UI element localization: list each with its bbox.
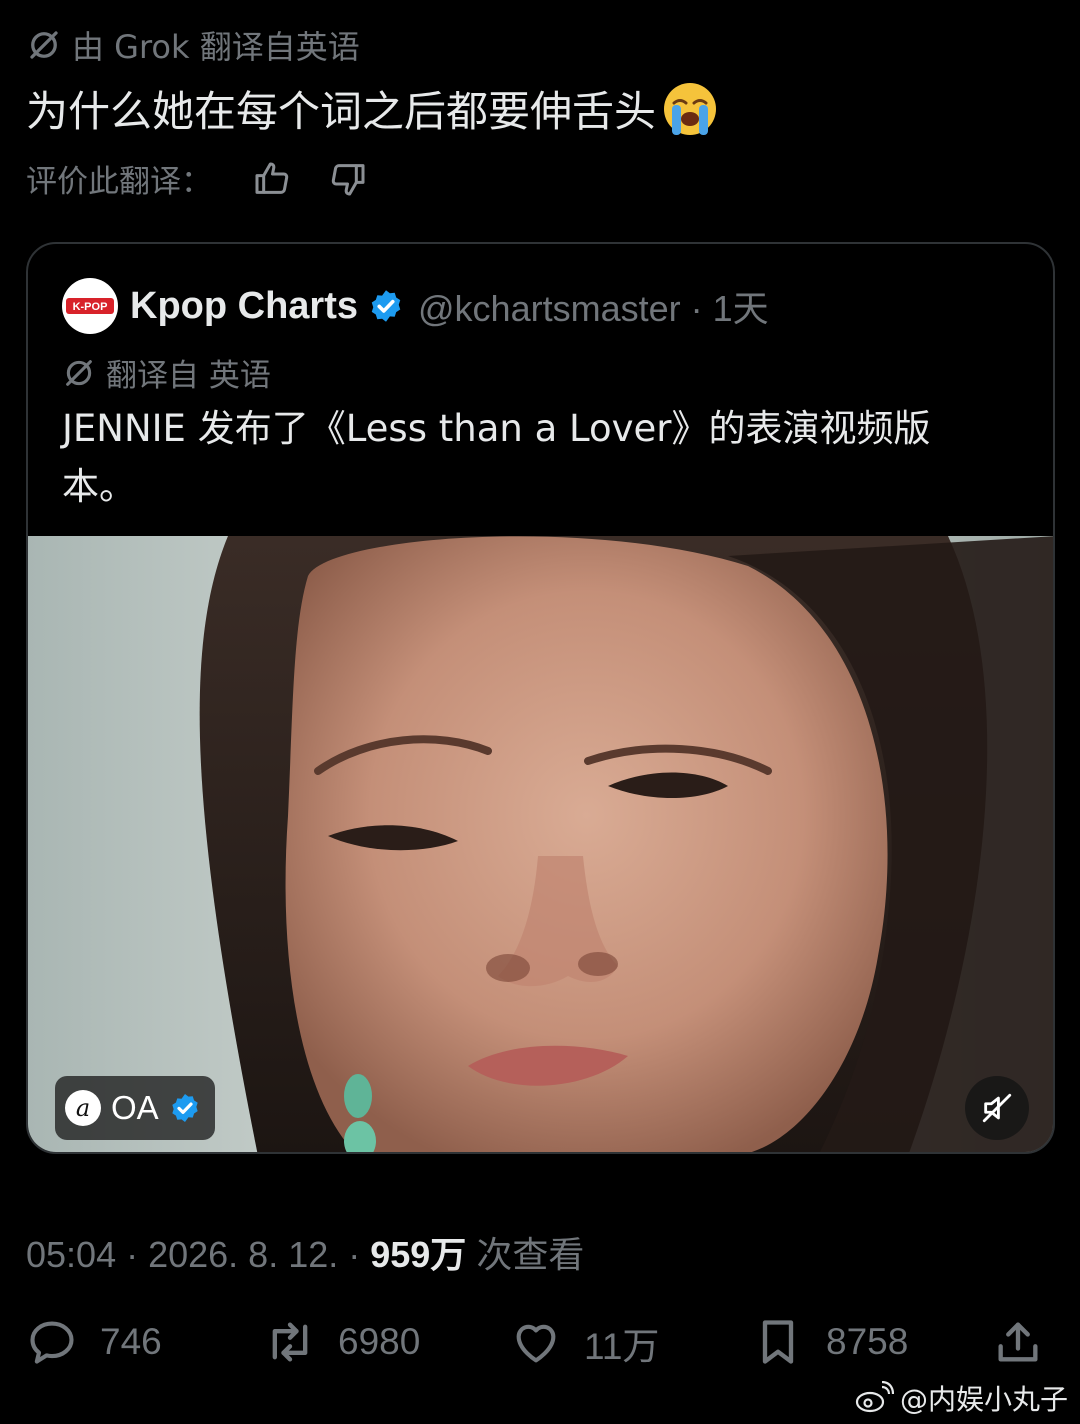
weibo-watermark: @内娱小丸子 (854, 1378, 1068, 1418)
rate-translation: 评价此翻译： (26, 156, 370, 201)
weibo-logo-icon (855, 1381, 894, 1413)
tweet-metadata: 05:04 · 2026. 8. 12. · 959万 次查看 (26, 1226, 584, 1278)
bookmark-count: 8758 (826, 1321, 909, 1362)
reply-icon (30, 1321, 74, 1364)
speaker-muted-icon (982, 1093, 1012, 1123)
thumbs-down-icon (331, 163, 365, 195)
avatar[interactable]: K-POP (62, 278, 118, 334)
author-handle-time[interactable]: @kchartsmaster · 1天 (418, 280, 769, 332)
kpop-logo-icon: K-POP (66, 298, 114, 314)
timestamp[interactable]: 05:04 · 2026. 8. 12. · (26, 1234, 370, 1275)
grok-translation-text: 由 Grok 翻译自英语 (72, 28, 360, 66)
repost-icon (272, 1322, 308, 1362)
rate-translation-label: 评价此翻译： (26, 164, 212, 200)
video-player[interactable]: a OA (28, 536, 1053, 1152)
bookmark-button[interactable]: 8758 (752, 1316, 908, 1368)
grok-translation-label[interactable]: 由 Grok 翻译自英语 (26, 22, 360, 68)
quoted-tweet-header: K-POP Kpop Charts @kchartsmaster · 1天 (62, 278, 769, 334)
oa-logo-icon: a (65, 1090, 101, 1126)
like-count: 11万 (584, 1326, 660, 1367)
oa-logo-letter: a (75, 1094, 91, 1122)
channel-badge[interactable]: a OA (55, 1076, 215, 1140)
view-count: 959万 (370, 1234, 467, 1275)
translate-icon (30, 31, 58, 59)
reply-count: 746 (100, 1321, 162, 1362)
avatar-text: K-POP (73, 301, 108, 313)
channel-name: OA (111, 1089, 159, 1126)
tweet-text: 为什么她在每个词之后都要伸舌头 (26, 78, 718, 139)
repost-button[interactable]: 6980 (264, 1316, 420, 1368)
tweet-detail: 由 Grok 翻译自英语 为什么她在每个词之后都要伸舌头 评价此翻译： K-PO… (0, 0, 1080, 1424)
reply-button[interactable]: 746 (26, 1316, 162, 1368)
verified-badge-icon (172, 1094, 198, 1122)
action-bar: 746 6980 11万 8758 (26, 1316, 1056, 1376)
share-icon (998, 1322, 1038, 1362)
heart-icon (516, 1324, 556, 1363)
watermark-text: @内娱小丸子 (899, 1383, 1068, 1416)
bookmark-icon (762, 1320, 794, 1364)
thumbs-up-button[interactable] (250, 157, 294, 201)
quoted-tweet-card[interactable]: K-POP Kpop Charts @kchartsmaster · 1天 翻译… (26, 242, 1055, 1154)
tweet-text-content: 为什么她在每个词之后都要伸舌头 (26, 87, 657, 136)
loudly-crying-face-icon (664, 82, 717, 135)
view-label: 次查看 (466, 1234, 585, 1275)
thumbs-up-icon (255, 162, 289, 194)
repost-count: 6980 (338, 1321, 421, 1362)
author-name[interactable]: Kpop Charts (130, 285, 358, 328)
mute-button[interactable] (965, 1076, 1029, 1140)
video-frame-image (28, 536, 1053, 1152)
thumbs-down-button[interactable] (326, 157, 370, 201)
translate-icon (66, 359, 92, 386)
quoted-translation-text: 翻译自 英语 (106, 358, 271, 394)
verified-badge-icon (371, 290, 401, 322)
share-button[interactable] (992, 1316, 1044, 1368)
like-button[interactable]: 11万 (510, 1316, 659, 1370)
quoted-tweet-text: JENNIE 发布了《Less than a Lover》的表演视频版本。 (62, 407, 931, 508)
quoted-translation-label: 翻译自 英语 (62, 350, 271, 395)
